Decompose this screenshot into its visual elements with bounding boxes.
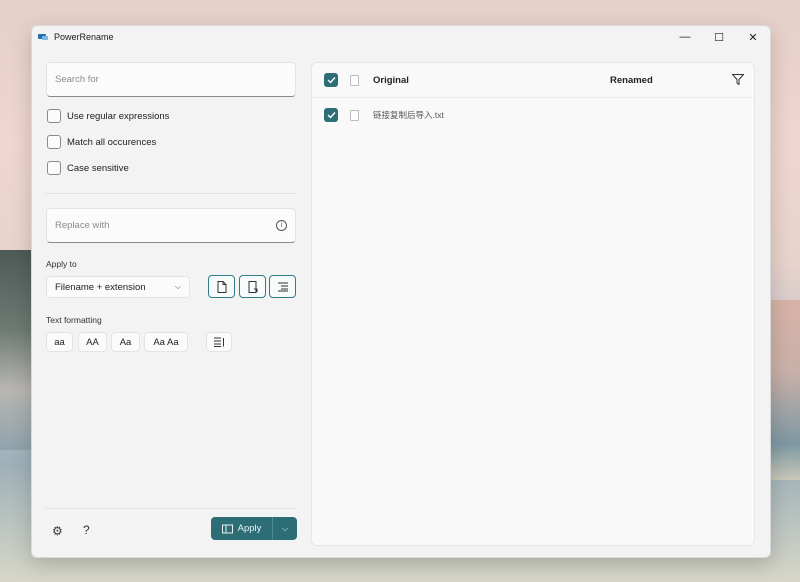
original-column-header[interactable]: Original bbox=[373, 75, 409, 86]
divider bbox=[45, 193, 297, 194]
checkmark-icon bbox=[327, 77, 336, 84]
apply-label: Apply bbox=[237, 523, 262, 534]
apply-to-dropdown[interactable]: Filename + extension ⌵ bbox=[46, 276, 190, 298]
match-all-option[interactable]: Match all occurences bbox=[47, 135, 156, 149]
subfolder-icon bbox=[277, 282, 288, 291]
capitalize-button[interactable]: Aa Aa bbox=[144, 332, 188, 352]
search-box[interactable] bbox=[46, 62, 296, 97]
table-row[interactable]: 链接复制后导入.txt bbox=[312, 98, 754, 132]
bottom-bar: ⚙ ? Apply ⌵ bbox=[45, 508, 297, 546]
replace-input[interactable] bbox=[55, 220, 276, 231]
regex-label: Use regular expressions bbox=[67, 110, 170, 122]
file-icon bbox=[217, 280, 226, 293]
title-bar: PowerRename — ☐ ✕ bbox=[32, 26, 770, 48]
close-button[interactable]: ✕ bbox=[736, 26, 770, 48]
filter-icon[interactable] bbox=[732, 74, 744, 85]
enumerate-icon bbox=[214, 337, 224, 347]
case-sensitive-label: Case sensitive bbox=[67, 162, 129, 174]
apply-icon bbox=[221, 524, 233, 533]
text-formatting-label: Text formatting bbox=[46, 315, 102, 325]
case-sensitive-checkbox[interactable] bbox=[47, 161, 61, 175]
list-header: Original Renamed bbox=[312, 63, 754, 98]
info-icon[interactable]: i bbox=[276, 220, 287, 231]
apply-to-selected: Filename + extension bbox=[55, 281, 146, 293]
settings-gear-icon[interactable]: ⚙ bbox=[52, 524, 63, 538]
enumerate-button[interactable] bbox=[206, 332, 232, 352]
regex-option[interactable]: Use regular expressions bbox=[47, 109, 169, 123]
renamed-column-header[interactable]: Renamed bbox=[610, 75, 653, 86]
lowercase-button[interactable]: aa bbox=[46, 332, 73, 352]
regex-checkbox[interactable] bbox=[47, 109, 61, 123]
match-all-label: Match all occurences bbox=[67, 136, 157, 148]
include-folders-button[interactable] bbox=[239, 275, 266, 298]
wallpaper-right bbox=[768, 300, 800, 480]
include-files-button[interactable] bbox=[208, 275, 235, 298]
select-all-checkbox[interactable] bbox=[324, 73, 338, 87]
include-subfolders-button[interactable] bbox=[269, 275, 296, 298]
chevron-down-icon: ⌵ bbox=[281, 523, 289, 533]
file-type-icon bbox=[350, 74, 359, 86]
uppercase-button[interactable]: AA bbox=[78, 332, 107, 352]
apply-main-button[interactable]: Apply bbox=[211, 517, 273, 540]
powerrename-app-icon bbox=[38, 32, 48, 42]
titlecase-button[interactable]: Aa bbox=[111, 332, 140, 352]
replace-box[interactable]: i bbox=[46, 208, 296, 243]
maximize-button[interactable]: ☐ bbox=[702, 26, 736, 48]
search-input[interactable] bbox=[55, 74, 287, 85]
options-panel: Use regular expressions Match all occure… bbox=[45, 62, 297, 546]
help-icon[interactable]: ? bbox=[83, 523, 90, 537]
file-icon bbox=[350, 109, 359, 121]
checkmark-icon bbox=[327, 112, 336, 119]
apply-dropdown-button[interactable]: ⌵ bbox=[273, 524, 297, 534]
minimize-button[interactable]: — bbox=[668, 26, 702, 48]
chevron-down-icon: ⌵ bbox=[174, 282, 181, 291]
window-title: PowerRename bbox=[54, 32, 114, 42]
file-list-panel: Original Renamed 链接复制后导入.txt bbox=[311, 62, 755, 546]
folder-icon bbox=[248, 280, 257, 293]
powerrename-window: PowerRename — ☐ ✕ Use regular expression… bbox=[31, 25, 771, 558]
original-filename: 链接复制后导入.txt bbox=[373, 110, 444, 120]
match-all-checkbox[interactable] bbox=[47, 135, 61, 149]
apply-to-label: Apply to bbox=[46, 259, 77, 269]
row-checkbox[interactable] bbox=[324, 108, 338, 122]
apply-button[interactable]: Apply ⌵ bbox=[211, 517, 297, 540]
case-sensitive-option[interactable]: Case sensitive bbox=[47, 161, 129, 175]
